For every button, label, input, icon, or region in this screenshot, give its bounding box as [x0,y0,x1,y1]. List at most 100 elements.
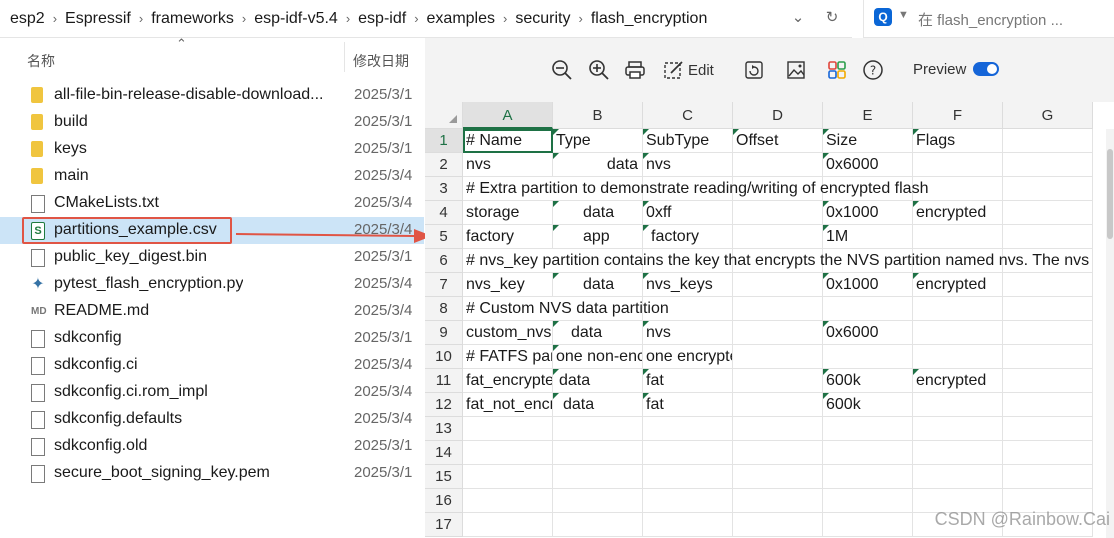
file-row[interactable]: sdkconfig.ci 2025/3/4 [0,352,424,379]
rotate-icon[interactable] [743,57,765,83]
row-header[interactable]: 16 [425,489,463,513]
row-header[interactable]: 11 [425,369,463,393]
breadcrumb-item[interactable]: examples [427,10,495,28]
cell-b12[interactable]: data [553,393,643,417]
preview-toggle[interactable] [973,62,999,76]
cell-a8[interactable]: # Custom NVS data partition [463,297,669,321]
cell-d7[interactable] [733,273,823,297]
cell-g10[interactable] [1003,345,1093,369]
cell-d17[interactable] [733,513,823,537]
cell-c16[interactable] [643,489,733,513]
cell-c10[interactable]: one encrypted [643,345,733,369]
file-row[interactable]: MD README.md 2025/3/4 [0,298,424,325]
cell-f1[interactable]: Flags [913,129,1003,153]
refresh-icon[interactable]: ↻ [822,8,842,28]
spreadsheet-grid[interactable]: A B C D E F G 1 # Name Type SubType Offset Size Fl… [425,102,1114,538]
row-header[interactable]: 2 [425,153,463,177]
chevron-down-icon[interactable]: ⌄ [788,8,808,28]
cell-g3[interactable] [1003,177,1093,201]
cell-a14[interactable] [463,441,553,465]
cell-g13[interactable] [1003,417,1093,441]
cell-b17[interactable] [553,513,643,537]
column-header-c[interactable]: C [643,102,733,129]
cell-a9[interactable]: custom_nvs [463,321,553,345]
row-header[interactable]: 4 [425,201,463,225]
cell-d9[interactable] [733,321,823,345]
file-row[interactable]: secure_boot_signing_key.pem 2025/3/1 [0,460,424,487]
cell-g7[interactable] [1003,273,1093,297]
cell-c15[interactable] [643,465,733,489]
cell-e4[interactable]: 0x1000 [823,201,913,225]
column-header-f[interactable]: F [913,102,1003,129]
column-header-date[interactable]: 修改日期 [353,51,409,71]
cell-a11[interactable]: fat_encrypted [463,369,553,393]
cell-b13[interactable] [553,417,643,441]
chevron-right-icon[interactable]: › [53,11,57,26]
row-header[interactable]: 5 [425,225,463,249]
select-all-corner[interactable] [425,102,463,129]
column-header-b[interactable]: B [553,102,643,129]
cell-b15[interactable] [553,465,643,489]
column-header-a[interactable]: A [463,102,553,129]
row-header[interactable]: 1 [425,129,463,153]
cell-e5[interactable]: 1M [823,225,913,249]
cell-g11[interactable] [1003,369,1093,393]
cell-g14[interactable] [1003,441,1093,465]
file-row[interactable]: sdkconfig.defaults 2025/3/4 [0,406,424,433]
row-header[interactable]: 15 [425,465,463,489]
cell-e8[interactable] [823,297,913,321]
cell-g5[interactable] [1003,225,1093,249]
row-header[interactable]: 12 [425,393,463,417]
cell-f4[interactable]: encrypted [913,201,1003,225]
cell-d4[interactable] [733,201,823,225]
cell-c4[interactable]: 0xff [643,201,733,225]
file-row[interactable]: sdkconfig 2025/3/1 [0,325,424,352]
column-header-d[interactable]: D [733,102,823,129]
file-row[interactable]: Spartitions_example.csv 2025/3/4 [0,217,424,244]
cell-a3[interactable]: # Extra partition to demonstrate reading… [463,177,928,201]
cell-f5[interactable] [913,225,1003,249]
cell-c13[interactable] [643,417,733,441]
cell-e13[interactable] [823,417,913,441]
cell-f8[interactable] [913,297,1003,321]
cell-a6[interactable]: # nvs_key partition contains the key tha… [463,249,1089,273]
edit-button[interactable]: Edit [663,57,714,83]
column-header-g[interactable]: G [1003,102,1093,129]
cell-a16[interactable] [463,489,553,513]
cell-f9[interactable] [913,321,1003,345]
cell-e11[interactable]: 600k [823,369,913,393]
vertical-scrollbar[interactable] [1106,129,1114,538]
row-header[interactable]: 9 [425,321,463,345]
cell-b2[interactable]: data [553,153,643,177]
cell-d12[interactable] [733,393,823,417]
cell-e12[interactable]: 600k [823,393,913,417]
cell-e2[interactable]: 0x6000 [823,153,913,177]
zoom-in-icon[interactable] [588,57,610,83]
print-icon[interactable] [624,57,646,83]
cell-b9[interactable]: data [553,321,643,345]
cell-a4[interactable]: storage [463,201,553,225]
row-header[interactable]: 3 [425,177,463,201]
cell-g9[interactable] [1003,321,1093,345]
breadcrumb-item[interactable]: flash_encryption [591,10,708,28]
cell-f2[interactable] [913,153,1003,177]
cell-b10[interactable]: one non-encrypted [553,345,643,369]
file-row[interactable]: all-file-bin-release-disable-download...… [0,82,424,109]
cell-e16[interactable] [823,489,913,513]
column-divider[interactable] [344,42,345,72]
cell-f11[interactable]: encrypted [913,369,1003,393]
row-header[interactable]: 6 [425,249,463,273]
address-bar[interactable]: esp2 › Espressif › frameworks › esp-idf-v5.4 › e… [0,0,852,38]
cell-e7[interactable]: 0x1000 [823,273,913,297]
help-icon[interactable]: ? [862,57,884,83]
row-header[interactable]: 17 [425,513,463,537]
cell-d10[interactable] [733,345,823,369]
breadcrumb-item[interactable]: security [515,10,570,28]
chevron-right-icon[interactable]: › [503,11,507,26]
cell-c2[interactable]: nvs [643,153,733,177]
scrollbar-thumb[interactable] [1107,149,1113,239]
cell-g4[interactable] [1003,201,1093,225]
file-row[interactable]: ✦ pytest_flash_encryption.py 2025/3/4 [0,271,424,298]
cell-f7[interactable]: encrypted [913,273,1003,297]
chevron-right-icon[interactable]: › [578,11,582,26]
